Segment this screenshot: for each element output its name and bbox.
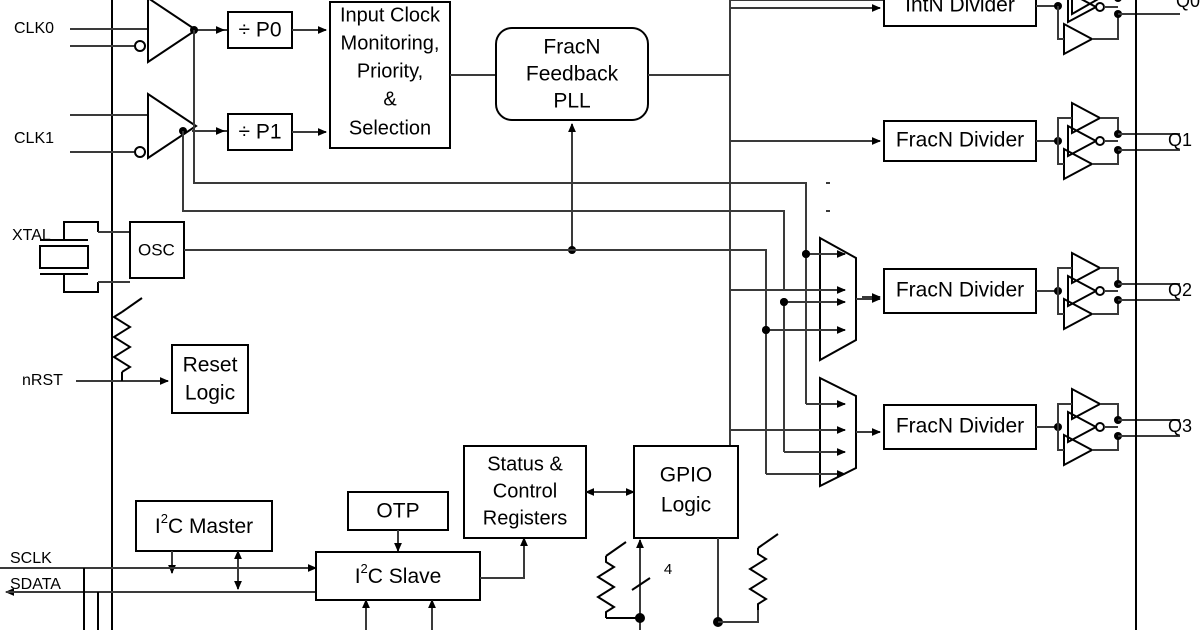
pll-line1: FracN [543, 36, 600, 59]
clk1-input-buffer [147, 92, 198, 160]
reset-logic-line2: Logic [185, 382, 235, 405]
clk1-input-group: CLK1 [14, 92, 232, 160]
divider-p0-label: ÷ P0 [238, 19, 281, 42]
block-diagram-canvas: CLK0 CLK1 ÷ P0 ÷ P1 Input Clock Monitori… [0, 0, 1200, 630]
pin-label-xtal: XTAL [12, 227, 51, 244]
serial-bus-group: SCLK SDATA [0, 550, 317, 596]
gpio-pullup-resistor-right [748, 533, 779, 610]
fracn-divider-q3-label: FracN Divider [896, 415, 1024, 438]
block-diagram-svg: CLK0 CLK1 ÷ P0 ÷ P1 Input Clock Monitori… [0, 0, 1200, 630]
icm-line1: Input Clock [340, 4, 441, 26]
gpio-line2: Logic [661, 494, 711, 517]
pin-label-nrst: nRST [22, 372, 63, 389]
otp-label: OTP [376, 500, 419, 523]
output-channel-q1: FracN Divider Q1 [883, 101, 1192, 181]
nrst-group: nRST Reset Logic [22, 297, 249, 414]
block-gpio-logic [633, 445, 739, 539]
osc-label: OSC [138, 240, 175, 259]
pin-label-q1: Q1 [1168, 130, 1192, 150]
scr-line2: Control [493, 480, 557, 502]
divider-p0-group: ÷ P0 [204, 11, 327, 49]
output-channel-q2: FracN Divider Q2 [883, 251, 1192, 331]
bottom-feed-rails [83, 568, 99, 630]
i2c-slave-group: I2C Slave [315, 537, 528, 630]
pin-label-sclk: SCLK [10, 550, 52, 567]
i2c-master-label: I2C Master [155, 511, 253, 537]
output-channel-q3: FracN Divider Q3 [883, 387, 1192, 467]
icm-line4: & [383, 88, 397, 110]
pin-label-q0: Q0 [1176, 0, 1200, 11]
icm-line3: Priority, [357, 60, 423, 82]
clk0-input-group: CLK0 [14, 0, 232, 64]
reset-logic-line1: Reset [183, 354, 238, 377]
pin-label-sdata: SDATA [10, 576, 61, 593]
divider-p1-label: ÷ P1 [238, 121, 281, 144]
input-clock-monitoring-group: Input Clock Monitoring, Priority, & Sele… [329, 1, 496, 149]
otp-group: OTP [347, 491, 449, 552]
pin-label-q2: Q2 [1168, 280, 1192, 300]
left-pin-rails [83, 0, 113, 630]
i2c-master-group: I2C Master [135, 500, 273, 590]
status-control-registers-group: Status & Control Registers [463, 445, 635, 539]
xtal-group: XTAL OSC [12, 221, 806, 293]
pin-label-q3: Q3 [1168, 416, 1192, 436]
clk1-invert-bubble [134, 146, 146, 158]
clk0-invert-bubble [134, 40, 146, 52]
fracn-divider-q2-label: FracN Divider [896, 279, 1024, 302]
intn-divider-label: IntN Divider [905, 0, 1015, 17]
fracn-divider-q1-label: FracN Divider [896, 129, 1024, 152]
icm-line2: Monitoring, [341, 32, 440, 54]
icm-line5: Selection [349, 117, 431, 139]
clk0-input-buffer [147, 0, 198, 64]
output-channel-q0: IntN Divider Q0 [883, 0, 1200, 56]
scr-line3: Registers [483, 507, 567, 529]
i2c-slave-label: I2C Slave [355, 561, 442, 587]
mux-q3 [819, 376, 857, 488]
pin-label-clk0: CLK0 [14, 20, 54, 37]
pin-label-clk1: CLK1 [14, 130, 54, 147]
xtal-body [39, 245, 89, 269]
divider-p1-group: ÷ P1 [192, 113, 327, 151]
gpio-line1: GPIO [660, 464, 713, 487]
gpio-pullup-resistor-left [596, 541, 645, 623]
nrst-pullup-resistor [112, 297, 143, 381]
gpio-bus-width-label: 4 [664, 561, 672, 578]
fracn-pll-group: FracN Feedback PLL [495, 27, 730, 254]
pll-line3: PLL [553, 90, 590, 113]
pll-line2: Feedback [526, 63, 619, 86]
mux-q2-shape [819, 236, 857, 362]
scr-line1: Status & [487, 453, 563, 475]
